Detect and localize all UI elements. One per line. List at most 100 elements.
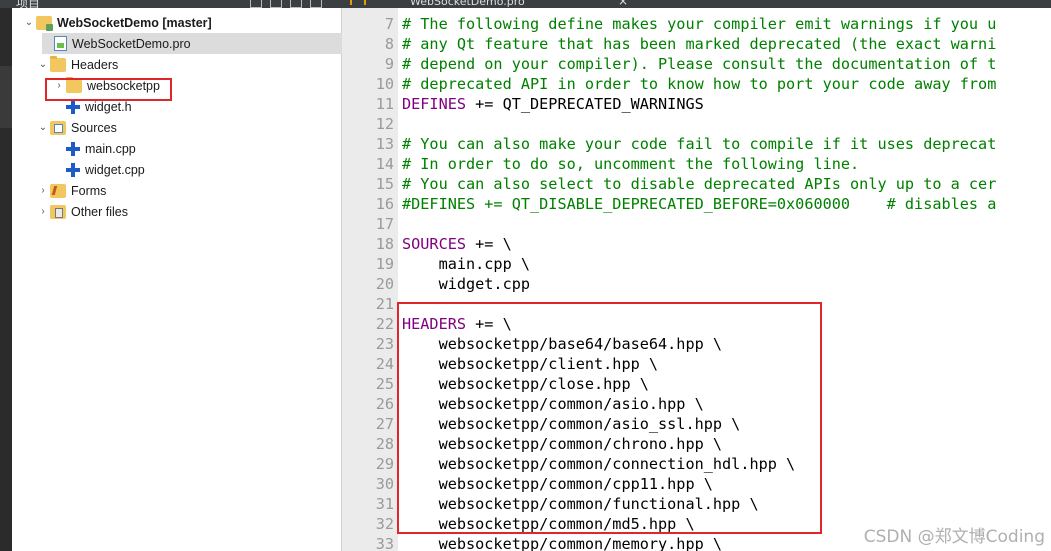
tree-item-sources[interactable]: ⌄ Sources (36, 117, 117, 138)
line-number: 10 (375, 75, 394, 93)
code-text: main.cpp \ (402, 255, 531, 273)
line-number: 7 (384, 15, 394, 33)
line-number: 23 (375, 335, 394, 353)
cpp-file-icon (66, 162, 80, 177)
code-text: # any Qt feature that has been marked de… (402, 35, 997, 53)
code-line[interactable]: 12 (342, 114, 1051, 134)
code-text: #DEFINES += QT_DISABLE_DEPRECATED_BEFORE… (402, 195, 997, 213)
code-text: # You can also select to disable depreca… (402, 175, 997, 193)
code-line[interactable]: 9 # depend on your compiler). Please cons… (342, 54, 1051, 74)
editor-file-tab[interactable]: WebSocketDemo.pro (410, 0, 525, 8)
line-number: 17 (375, 215, 394, 233)
line-number: 28 (375, 435, 394, 453)
forms-folder-icon (50, 183, 66, 198)
split-icon[interactable] (290, 0, 302, 8)
tree-item-headers[interactable]: ⌄ Headers (36, 54, 118, 75)
code-line[interactable]: 14 # In order to do so, uncomment the fol… (342, 154, 1051, 174)
mode-highlight (0, 66, 12, 128)
back-arrow-icon[interactable] (350, 0, 358, 5)
line-number: 13 (375, 135, 394, 153)
header-file-icon (66, 99, 80, 114)
tree-item-widget-cpp[interactable]: widget.cpp (66, 159, 145, 180)
line-number: 21 (375, 295, 394, 313)
code-rest: += \ (466, 235, 512, 253)
forward-arrow-icon[interactable] (364, 0, 372, 5)
link-icon[interactable] (270, 0, 282, 8)
line-number: 8 (384, 35, 394, 53)
top-toolbar: 项目 WebSocketDemo.pro × (0, 0, 1051, 8)
code-line[interactable]: 18 SOURCES += \ (342, 234, 1051, 254)
tree-item-label: Sources (71, 120, 117, 135)
chevron-down-icon[interactable]: ⌄ (22, 17, 36, 28)
tree-item-main-cpp[interactable]: main.cpp (66, 138, 136, 159)
line-number: 11 (375, 95, 394, 113)
watermark: CSDN @郑文博Coding (863, 527, 1045, 547)
line-number: 9 (384, 55, 394, 73)
tree-item-other-files[interactable]: › Other files (36, 201, 128, 222)
project-icon (36, 15, 53, 31)
line-number: 22 (375, 315, 394, 333)
pro-file-icon (54, 36, 67, 51)
nav-arrows (350, 0, 372, 5)
tree-item-label: WebSocketDemo [master] (57, 15, 212, 30)
code-line[interactable]: 10 # deprecated API in order to know how … (342, 74, 1051, 94)
close-editor-icon[interactable]: × (618, 0, 628, 8)
code-text: # deprecated API in order to know how to… (402, 75, 997, 93)
code-line[interactable]: 13 # You can also make your code fail to … (342, 134, 1051, 154)
tree-item-forms[interactable]: › Forms (36, 180, 106, 201)
chevron-down-icon[interactable]: ⌄ (36, 122, 50, 133)
code-text: websocketpp/common/memory.hpp \ (402, 535, 723, 551)
tree-item-label: Headers (71, 57, 119, 72)
annotation-box-websocketpp (45, 78, 172, 101)
code-text: # depend on your compiler). Please consu… (402, 55, 997, 73)
code-line[interactable]: 20 widget.cpp (342, 274, 1051, 294)
close-panel-icon[interactable] (310, 0, 322, 8)
line-number: 20 (375, 275, 394, 293)
line-number: 12 (375, 115, 394, 133)
panel-title: 项目 (16, 0, 41, 8)
code-text: widget.cpp (402, 275, 531, 293)
code-text: # The following define makes your compil… (402, 15, 997, 33)
chevron-down-icon[interactable]: ⌄ (36, 59, 50, 70)
line-number: 14 (375, 155, 394, 173)
annotation-box-headers (397, 302, 822, 534)
tree-item-pro-file[interactable]: WebSocketDemo.pro (42, 33, 342, 54)
line-number: 27 (375, 415, 394, 433)
line-number: 31 (375, 495, 394, 513)
line-number: 26 (375, 395, 394, 413)
tree-item-label: WebSocketDemo.pro (72, 36, 191, 51)
code-line[interactable]: 16 #DEFINES += QT_DISABLE_DEPRECATED_BEFO… (342, 194, 1051, 214)
line-number: 32 (375, 515, 394, 533)
left-mode-strip (0, 8, 12, 551)
line-number: 18 (375, 235, 394, 253)
line-number: 19 (375, 255, 394, 273)
code-line[interactable]: 11 DEFINES += QT_DEPRECATED_WARNINGS (342, 94, 1051, 114)
code-line[interactable]: 7 # The following define makes your compi… (342, 14, 1051, 34)
tree-item-label: widget.h (85, 99, 132, 114)
line-number: 15 (375, 175, 394, 193)
code-line[interactable]: 19 main.cpp \ (342, 254, 1051, 274)
filter-icon[interactable] (250, 0, 262, 8)
line-number: 24 (375, 355, 394, 373)
chevron-right-icon[interactable]: › (36, 185, 50, 196)
sources-folder-icon (50, 120, 66, 135)
line-number: 30 (375, 475, 394, 493)
other-files-folder-icon (50, 204, 66, 219)
line-number: 16 (375, 195, 394, 213)
code-text: DEFINES += QT_DEPRECATED_WARNINGS (402, 94, 704, 114)
tree-item-label: Forms (71, 183, 107, 198)
code-text: # In order to do so, uncomment the follo… (402, 155, 860, 173)
variable-keyword: DEFINES (402, 95, 467, 113)
tree-item-project[interactable]: ⌄ WebSocketDemo [master] (22, 12, 340, 33)
line-number: 25 (375, 375, 394, 393)
code-line[interactable]: 17 (342, 214, 1051, 234)
headers-folder-icon (50, 55, 66, 72)
chevron-right-icon[interactable]: › (36, 206, 50, 217)
panel-toolbar-icons (250, 0, 322, 8)
variable-keyword: SOURCES (402, 235, 467, 253)
code-text: # You can also make your code fail to co… (402, 135, 997, 153)
code-line[interactable]: 8 # any Qt feature that has been marked d… (342, 34, 1051, 54)
code-line[interactable]: 15 # You can also select to disable depre… (342, 174, 1051, 194)
cpp-file-icon (66, 141, 80, 156)
line-number: 33 (375, 535, 394, 551)
